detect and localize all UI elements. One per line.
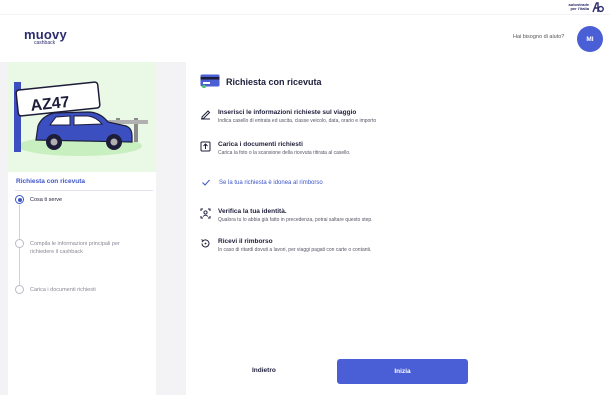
top-strip: autostrade per l'italia bbox=[0, 0, 610, 14]
main-title: Richiesta con ricevuta bbox=[226, 77, 322, 87]
identity-icon bbox=[200, 208, 211, 219]
upload-icon bbox=[200, 141, 211, 152]
list-item: Ricevi il rimborso In caso di ritardi do… bbox=[200, 237, 371, 254]
edit-icon bbox=[201, 110, 211, 120]
item-title: Carica i documenti richiesti bbox=[218, 141, 303, 148]
item-desc: Carica la foto o la scansione della rice… bbox=[218, 150, 351, 156]
step-radio-active bbox=[15, 195, 24, 204]
step-label: Carica i documenti richiesti bbox=[30, 287, 96, 293]
list-item: Inserisci le informazioni richieste sul … bbox=[200, 108, 376, 125]
partner-line2: per l'italia bbox=[570, 6, 589, 11]
item-desc: In caso di ritardi dovuti a lavori, per … bbox=[218, 247, 372, 253]
card-receipt-icon bbox=[200, 74, 220, 88]
check-text: Se la tua richiesta è idonea al rimborso bbox=[219, 179, 323, 186]
start-button[interactable]: Inizia bbox=[337, 359, 468, 384]
car-illustration: AZ47 bbox=[8, 62, 156, 172]
item-desc: Indica casello di entrata ed uscita, cla… bbox=[218, 118, 377, 124]
sidebar-title: Richiesta con ricevuta bbox=[16, 178, 85, 185]
logo-main: muovy bbox=[24, 27, 67, 42]
main-panel: Richiesta con ricevuta Inserisci le info… bbox=[186, 62, 610, 395]
step-radio bbox=[15, 239, 24, 248]
item-title: Verifica la tua identità. bbox=[218, 208, 287, 215]
step-label: Cosa ti serve bbox=[30, 197, 63, 203]
header: muovy cashback Hai bisogno di aiuto? MI bbox=[0, 15, 610, 62]
step-carica-documenti[interactable]: Carica i documenti richiesti bbox=[15, 285, 96, 294]
step-label: Compila le informazioni principali per r… bbox=[30, 241, 120, 255]
avatar[interactable]: MI bbox=[577, 26, 603, 52]
step-compila-informazioni[interactable]: Compila le informazioni principali per r… bbox=[15, 239, 120, 256]
back-button[interactable]: Indietro bbox=[252, 367, 276, 374]
eligibility-check: Se la tua richiesta è idonea al rimborso bbox=[202, 179, 323, 186]
sidebar-divider bbox=[15, 190, 153, 191]
step-radio bbox=[15, 285, 24, 294]
partner-logo: autostrade per l'italia bbox=[569, 1, 604, 13]
item-desc: Qualora tu lo abbia già fatto in precede… bbox=[218, 217, 373, 223]
sidebar: AZ47 Richiesta con ricevuta Cosa ti serv… bbox=[8, 62, 156, 395]
item-title: Inserisci le informazioni richieste sul … bbox=[218, 109, 357, 116]
list-item: Verifica la tua identità. Qualora tu lo … bbox=[200, 207, 373, 224]
step-cosa-ti-serve[interactable]: Cosa ti serve bbox=[15, 195, 62, 204]
list-item: Carica i documenti richiesti Carica la f… bbox=[200, 140, 351, 157]
check-icon bbox=[202, 179, 210, 186]
refund-icon bbox=[201, 239, 210, 248]
item-title: Ricevi il rimborso bbox=[218, 238, 273, 245]
aspi-logo-icon bbox=[592, 1, 604, 12]
muovy-logo[interactable]: muovy cashback bbox=[24, 27, 67, 46]
help-link[interactable]: Hai bisogno di aiuto? bbox=[513, 34, 564, 40]
